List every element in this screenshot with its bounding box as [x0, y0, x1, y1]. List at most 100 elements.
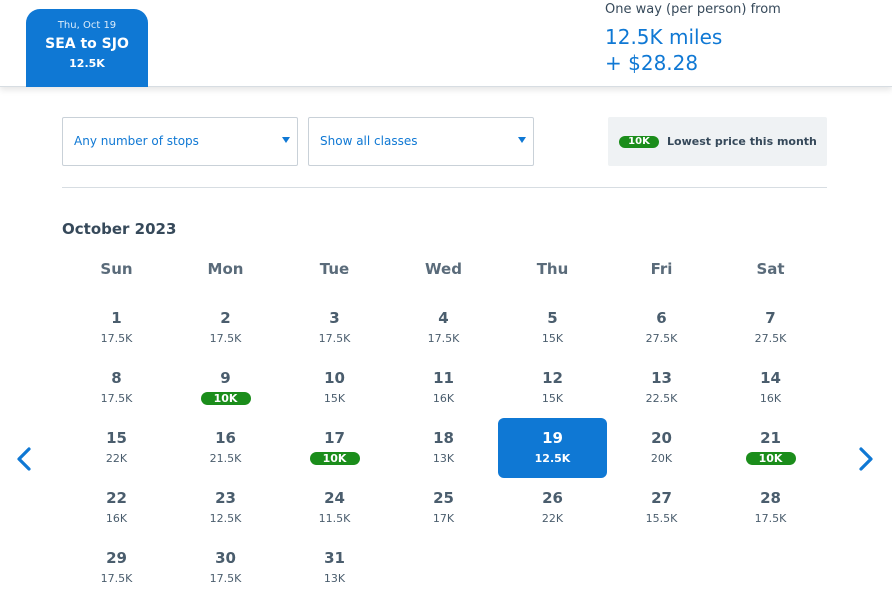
day-number: 7: [765, 309, 776, 327]
day-price: 20K: [650, 452, 673, 465]
stops-select[interactable]: Any number of stops: [62, 117, 298, 166]
day-price: 15K: [323, 392, 346, 405]
lowest-price-badge: 10K: [619, 136, 659, 148]
fare-summary: One way (per person) from 12.5K miles + …: [605, 2, 781, 76]
top-bar: Thu, Oct 19 SEA to SJO 12.5K One way (pe…: [0, 0, 892, 87]
day-price: 17.5K: [100, 392, 133, 405]
calendar-day[interactable]: 29 17.5K: [62, 538, 171, 598]
day-price: 17.5K: [209, 332, 242, 345]
day-price: 11.5K: [318, 512, 351, 525]
calendar-day[interactable]: 11 16K: [389, 358, 498, 418]
calendar-day[interactable]: 27 15.5K: [607, 478, 716, 538]
day-price: 16K: [432, 392, 455, 405]
classes-select[interactable]: Show all classes: [308, 117, 534, 166]
day-number: 25: [433, 489, 454, 507]
calendar-day[interactable]: 1 17.5K: [62, 298, 171, 358]
day-price: 12.5K: [209, 512, 242, 525]
calendar-day[interactable]: 25 17K: [389, 478, 498, 538]
day-price: 17.5K: [318, 332, 351, 345]
chevron-right-icon: [859, 447, 873, 471]
calendar-day[interactable]: 5 15K: [498, 298, 607, 358]
lowest-price-legend: 10K Lowest price this month: [608, 117, 827, 166]
weekday-label: Tue: [319, 260, 350, 278]
flight-date: Thu, Oct 19: [57, 20, 117, 31]
day-number: 19: [542, 429, 563, 447]
stops-select-value: Any number of stops: [74, 134, 199, 148]
flight-price: 12.5K: [69, 57, 105, 70]
calendar-day[interactable]: 30 17.5K: [171, 538, 280, 598]
calendar-grid: 1 17.5K 2 17.5K 3 17.5K 4 17.5K 5 15K 6 27.5K 7 27.5K…: [62, 298, 827, 598]
calendar-day[interactable]: 12 15K: [498, 358, 607, 418]
day-number: 23: [215, 489, 236, 507]
month-title: October 2023: [62, 220, 177, 238]
weekday-label: Wed: [425, 260, 462, 278]
day-price: 15K: [541, 392, 564, 405]
calendar-day[interactable]: 10 15K: [280, 358, 389, 418]
day-price: 27.5K: [754, 332, 787, 345]
calendar-day[interactable]: 31 13K: [280, 538, 389, 598]
day-number: 22: [106, 489, 127, 507]
day-price: 17.5K: [100, 572, 133, 585]
weekday-label: Mon: [207, 260, 244, 278]
legend-text: Lowest price this month: [667, 135, 817, 148]
calendar-day[interactable]: 18 13K: [389, 418, 498, 478]
day-number: 8: [111, 369, 122, 387]
calendar-day[interactable]: 23 12.5K: [171, 478, 280, 538]
calendar-day[interactable]: 13 22.5K: [607, 358, 716, 418]
day-number: 14: [760, 369, 781, 387]
day-number: 31: [324, 549, 345, 567]
lowest-price-badge: 10K: [745, 452, 796, 465]
calendar-day[interactable]: 28 17.5K: [716, 478, 825, 538]
weekday-header: Sun Mon Tue Wed Thu Fri Sat: [62, 260, 827, 280]
weekday-label: Sun: [100, 260, 133, 278]
day-number: 21: [760, 429, 781, 447]
calendar-day[interactable]: 22 16K: [62, 478, 171, 538]
weekday-label: Thu: [536, 260, 569, 278]
day-price: 22K: [105, 452, 128, 465]
calendar-day[interactable]: 4 17.5K: [389, 298, 498, 358]
calendar-day[interactable]: 7 27.5K: [716, 298, 825, 358]
calendar-day[interactable]: 21 10K: [716, 418, 825, 478]
day-number: 24: [324, 489, 345, 507]
chevron-left-icon: [17, 447, 31, 471]
calendar-day[interactable]: 26 22K: [498, 478, 607, 538]
previous-month-button[interactable]: [14, 446, 34, 472]
calendar-day[interactable]: 24 11.5K: [280, 478, 389, 538]
day-price: 17.5K: [209, 572, 242, 585]
next-month-button[interactable]: [856, 446, 876, 472]
day-price: 22.5K: [645, 392, 678, 405]
day-price: 17.5K: [754, 512, 787, 525]
day-number: 18: [433, 429, 454, 447]
calendar-day[interactable]: 16 21.5K: [171, 418, 280, 478]
day-number: 16: [215, 429, 236, 447]
caret-down-icon: [518, 137, 526, 143]
day-number: 26: [542, 489, 563, 507]
day-number: 29: [106, 549, 127, 567]
fare-cash: + $28.28: [605, 51, 699, 75]
calendar-day[interactable]: 17 10K: [280, 418, 389, 478]
lowest-price-badge: 10K: [309, 452, 360, 465]
day-number: 20: [651, 429, 672, 447]
day-number: 13: [651, 369, 672, 387]
day-price: 16K: [105, 512, 128, 525]
calendar-day[interactable]: 6 27.5K: [607, 298, 716, 358]
calendar-day[interactable]: 2 17.5K: [171, 298, 280, 358]
lowest-price-badge: 10K: [200, 392, 251, 405]
calendar-day[interactable]: 9 10K: [171, 358, 280, 418]
calendar-day[interactable]: 14 16K: [716, 358, 825, 418]
calendar-day[interactable]: 19 12.5K: [498, 418, 607, 478]
day-number: 4: [438, 309, 449, 327]
day-number: 27: [651, 489, 672, 507]
day-number: 2: [220, 309, 231, 327]
day-price: 17.5K: [100, 332, 133, 345]
calendar-day[interactable]: 3 17.5K: [280, 298, 389, 358]
day-price: 15.5K: [645, 512, 678, 525]
selected-flight-tab[interactable]: Thu, Oct 19 SEA to SJO 12.5K: [26, 9, 148, 87]
day-price: 12.5K: [534, 452, 571, 465]
day-number: 1: [111, 309, 122, 327]
calendar-day[interactable]: 15 22K: [62, 418, 171, 478]
day-price: 13K: [432, 452, 455, 465]
calendar-day[interactable]: 8 17.5K: [62, 358, 171, 418]
weekday-label: Sat: [756, 260, 785, 278]
calendar-day[interactable]: 20 20K: [607, 418, 716, 478]
